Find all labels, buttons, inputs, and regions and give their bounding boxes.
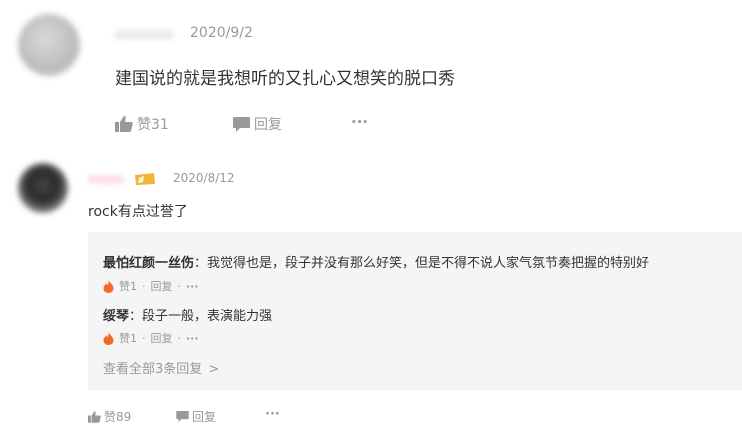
speech-bubble-icon bbox=[176, 411, 189, 422]
separator: · bbox=[177, 279, 182, 293]
reply-actions: 赞1 · 回复 · ··· bbox=[103, 330, 199, 346]
more-button[interactable]: ··· bbox=[186, 332, 199, 345]
reply-actions: 赞1 · 回复 · ··· bbox=[103, 278, 199, 294]
reply-button[interactable]: 回复 bbox=[151, 330, 173, 346]
like-count: 赞89 bbox=[104, 410, 132, 424]
thumbs-up-icon bbox=[88, 410, 101, 423]
like-count[interactable]: 赞1 bbox=[119, 278, 137, 294]
reply-text: ：段子一般，表演能力强 bbox=[129, 309, 273, 324]
reply-button[interactable]: 回复 bbox=[151, 278, 173, 294]
avatar[interactable] bbox=[18, 14, 80, 76]
separator: · bbox=[142, 331, 146, 345]
comment-date: 2020/9/2 bbox=[190, 25, 253, 41]
more-button[interactable]: ··· bbox=[265, 407, 280, 422]
flame-icon[interactable] bbox=[103, 279, 114, 293]
thumbs-up-icon bbox=[115, 116, 133, 132]
vip-badge-icon bbox=[134, 171, 156, 190]
like-button[interactable]: 赞89 bbox=[88, 408, 131, 425]
comment-text: 建国说的就是我想听的又扎心又想笑的脱口秀 bbox=[115, 69, 455, 89]
speech-bubble-icon bbox=[233, 116, 250, 132]
chevron-right-icon: > bbox=[208, 362, 220, 377]
more-button[interactable]: ··· bbox=[186, 280, 199, 293]
reply-button[interactable]: 回复 bbox=[233, 114, 282, 134]
flame-icon[interactable] bbox=[103, 331, 114, 345]
comment-date: 2020/8/12 bbox=[173, 171, 235, 185]
like-count[interactable]: 赞1 bbox=[119, 330, 137, 346]
view-all-replies-link[interactable]: 查看全部3条回复 > bbox=[103, 358, 219, 377]
comment-text: rock有点过誉了 bbox=[88, 204, 188, 220]
like-count: 赞31 bbox=[137, 117, 169, 133]
more-button[interactable]: ··· bbox=[351, 113, 368, 131]
avatar[interactable] bbox=[18, 163, 68, 213]
reply-author[interactable]: 绥琴 bbox=[103, 309, 129, 324]
separator: · bbox=[142, 279, 146, 293]
username[interactable]: xxxxxxx bbox=[115, 27, 173, 43]
like-button[interactable]: 赞31 bbox=[115, 114, 169, 134]
reply-author[interactable]: 最怕红颜一丝伤 bbox=[103, 256, 194, 271]
reply-button[interactable]: 回复 bbox=[176, 408, 216, 425]
reply-item: 绥琴：段子一般，表演能力强 bbox=[103, 305, 272, 324]
view-all-label: 查看全部3条回复 bbox=[103, 362, 203, 377]
reply-text: ：我觉得也是，段子并没有那么好笑，但是不得不说人家气氛节奏把握的特别好 bbox=[194, 256, 650, 271]
reply-label: 回复 bbox=[192, 410, 217, 424]
reply-list: 最怕红颜一丝伤：我觉得也是，段子并没有那么好笑，但是不得不说人家气氛节奏把握的特… bbox=[88, 232, 742, 390]
username[interactable]: xxxxx bbox=[88, 172, 124, 186]
reply-label: 回复 bbox=[254, 117, 282, 133]
reply-item: 最怕红颜一丝伤：我觉得也是，段子并没有那么好笑，但是不得不说人家气氛节奏把握的特… bbox=[103, 252, 649, 271]
separator: · bbox=[177, 331, 182, 345]
